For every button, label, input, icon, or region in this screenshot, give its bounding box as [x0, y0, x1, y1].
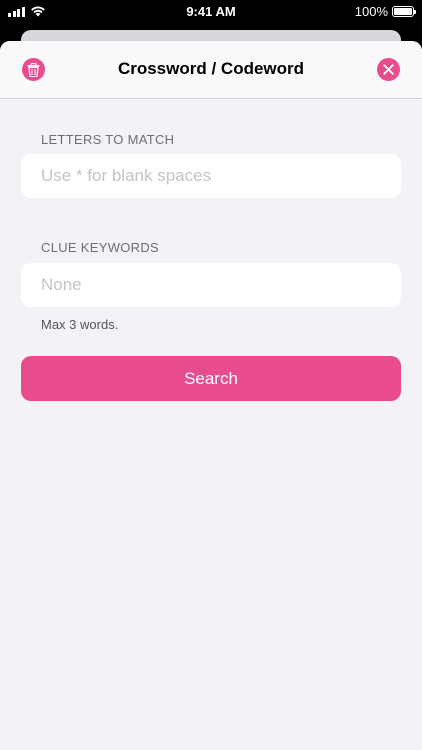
letters-field[interactable] — [21, 154, 401, 198]
modal-sheet: Crossword / Codeword LETTERS TO MATCH CL… — [0, 41, 422, 750]
status-right: 100% — [354, 4, 416, 19]
page-title: Crossword / Codeword — [117, 59, 305, 78]
search-button[interactable]: Search — [21, 356, 401, 401]
nav-bar: Crossword / Codeword — [0, 41, 422, 99]
letters-input[interactable] — [21, 154, 401, 198]
close-icon — [383, 64, 394, 75]
letters-label: LETTERS TO MATCH — [41, 132, 175, 147]
battery-icon — [392, 6, 416, 17]
keywords-hint: Max 3 words. — [41, 317, 119, 332]
close-button[interactable] — [377, 58, 400, 81]
phone-screen: 9:41 AM 100% Crossword / Codeword LETTER… — [0, 0, 422, 750]
keywords-input[interactable] — [21, 263, 401, 307]
battery-fill — [394, 8, 412, 15]
keywords-label: CLUE KEYWORDS — [41, 240, 160, 255]
battery-percent: 100% — [354, 4, 388, 19]
keywords-field[interactable] — [21, 263, 401, 307]
status-bar: 9:41 AM 100% — [0, 0, 422, 24]
